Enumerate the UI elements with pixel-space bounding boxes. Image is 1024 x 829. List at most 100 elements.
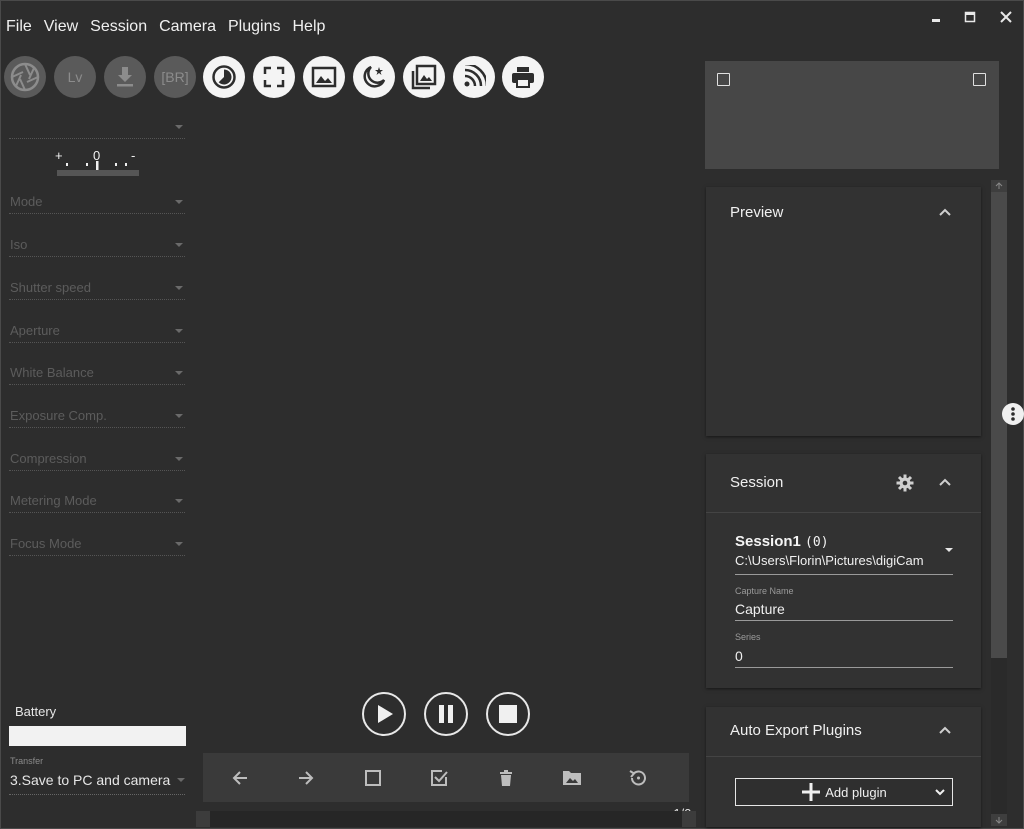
ev-zero-label: 0: [93, 148, 100, 163]
session-title: Session: [730, 474, 784, 491]
iso-selector[interactable]: Iso: [9, 234, 185, 257]
session-selector[interactable]: Session1 (0): [735, 533, 829, 550]
gallery-icon: [311, 66, 337, 88]
transfer-selector[interactable]: 3.Save to PC and camera: [10, 772, 170, 788]
session-panel: Session: [706, 454, 981, 688]
preview-panel: Preview: [706, 187, 981, 436]
rss-icon: [464, 65, 486, 87]
play-icon: [378, 705, 393, 723]
plus-icon: [802, 783, 821, 801]
menu-plugins[interactable]: Plugins: [222, 14, 286, 40]
capture-name-label: Capture Name: [735, 586, 794, 596]
menu-camera[interactable]: Camera: [153, 14, 222, 40]
capture-name-input[interactable]: Capture: [735, 601, 785, 617]
minimize-button[interactable]: [924, 8, 948, 26]
select-none-button[interactable]: [362, 767, 384, 789]
flyout-toggle-button[interactable]: [1002, 403, 1024, 425]
aperture-icon: [10, 62, 40, 92]
chevron-down-icon: [175, 200, 183, 204]
session-count: (0): [805, 535, 829, 550]
scroll-right-button[interactable]: [682, 811, 696, 827]
bracketing-button[interactable]: [BR]: [154, 56, 196, 98]
timelapse-button[interactable]: [203, 56, 245, 98]
chevron-down-icon: [175, 457, 183, 461]
white-balance-selector[interactable]: White Balance: [9, 362, 185, 385]
gallery-button[interactable]: [303, 56, 345, 98]
focus-mode-selector[interactable]: Focus Mode: [9, 533, 185, 556]
focus-mode-label: Focus Mode: [10, 536, 82, 551]
next-button[interactable]: [295, 767, 317, 789]
chevron-down-icon: [175, 499, 183, 503]
photo-library-icon: [411, 64, 437, 90]
chevron-up-icon[interactable]: [938, 475, 952, 489]
restore-button[interactable]: [627, 767, 649, 789]
arrow-left-icon: [232, 771, 247, 785]
maximize-button[interactable]: [958, 8, 982, 26]
capture-button[interactable]: [4, 56, 46, 98]
scroll-up-button[interactable]: [991, 180, 1007, 192]
stop-button[interactable]: [486, 692, 530, 736]
fullscreen-icon: [263, 66, 285, 88]
chevron-up-icon[interactable]: [938, 723, 952, 737]
battery-bar: [9, 726, 186, 746]
metering-mode-selector[interactable]: Metering Mode: [9, 490, 185, 513]
compression-label: Compression: [10, 451, 87, 466]
scroll-left-button[interactable]: [196, 811, 210, 827]
select-all-button[interactable]: [428, 767, 450, 789]
close-icon: [1000, 11, 1012, 23]
arrow-right-icon: [299, 771, 314, 785]
chevron-down-icon: [175, 125, 183, 129]
thumbnail-checkbox-left[interactable]: [717, 73, 730, 86]
auto-export-title: Auto Export Plugins: [730, 722, 862, 739]
menu-file[interactable]: File: [0, 14, 38, 40]
session-divider: [706, 512, 981, 513]
exposure-comp-selector[interactable]: Exposure Comp.: [9, 405, 185, 428]
arrow-up-icon: [995, 182, 1003, 189]
pause-button[interactable]: [424, 692, 468, 736]
property-selector-top[interactable]: [9, 116, 185, 139]
scroll-down-button[interactable]: [991, 814, 1007, 826]
play-button[interactable]: [362, 692, 406, 736]
menu-session[interactable]: Session: [84, 14, 153, 40]
stop-icon: [499, 705, 517, 723]
print-button[interactable]: [502, 56, 544, 98]
mode-selector[interactable]: Mode: [9, 191, 185, 214]
delete-button[interactable]: [495, 767, 517, 789]
gear-icon[interactable]: [896, 474, 914, 492]
scrollbar-thumb[interactable]: [991, 192, 1007, 658]
white-balance-label: White Balance: [10, 365, 94, 380]
menu-help[interactable]: Help: [286, 14, 331, 40]
auto-export-panel: Auto Export Plugins: [706, 707, 981, 827]
previous-button[interactable]: [229, 767, 251, 789]
download-button[interactable]: [104, 56, 146, 98]
compression-selector[interactable]: Compression: [9, 448, 185, 471]
thumbnail-card: [705, 61, 999, 169]
chevron-down-icon: [175, 542, 183, 546]
fullscreen-button[interactable]: [253, 56, 295, 98]
liveview-button[interactable]: Lv: [54, 56, 96, 98]
series-underline: [735, 667, 953, 668]
session-underline: [735, 574, 953, 575]
close-button[interactable]: [994, 8, 1018, 26]
image-navigation-bar: [203, 753, 689, 802]
chevron-down-icon: [175, 414, 183, 418]
photo-library-button[interactable]: [403, 56, 445, 98]
open-folder-button[interactable]: [561, 767, 583, 789]
horizontal-scrollbar[interactable]: [196, 811, 696, 827]
night-mode-button[interactable]: [353, 56, 395, 98]
ev-minus-label: -: [131, 148, 135, 163]
add-plugin-button[interactable]: Add plugin: [735, 778, 953, 806]
menu-view[interactable]: View: [38, 14, 84, 40]
series-input[interactable]: 0: [735, 648, 743, 664]
vertical-scrollbar[interactable]: [991, 180, 1007, 826]
chevron-up-icon[interactable]: [938, 205, 952, 219]
chevron-down-icon: [175, 286, 183, 290]
rss-button[interactable]: [453, 56, 495, 98]
preview-title: Preview: [730, 204, 784, 221]
trash-icon: [500, 770, 512, 786]
shutter-speed-selector[interactable]: Shutter speed: [9, 277, 185, 300]
aperture-selector[interactable]: Aperture: [9, 320, 185, 343]
thumbnail-checkbox-right[interactable]: [973, 73, 986, 86]
timelapse-icon: [212, 65, 236, 89]
menu-bar: File View Session Camera Plugins Help: [0, 14, 331, 40]
